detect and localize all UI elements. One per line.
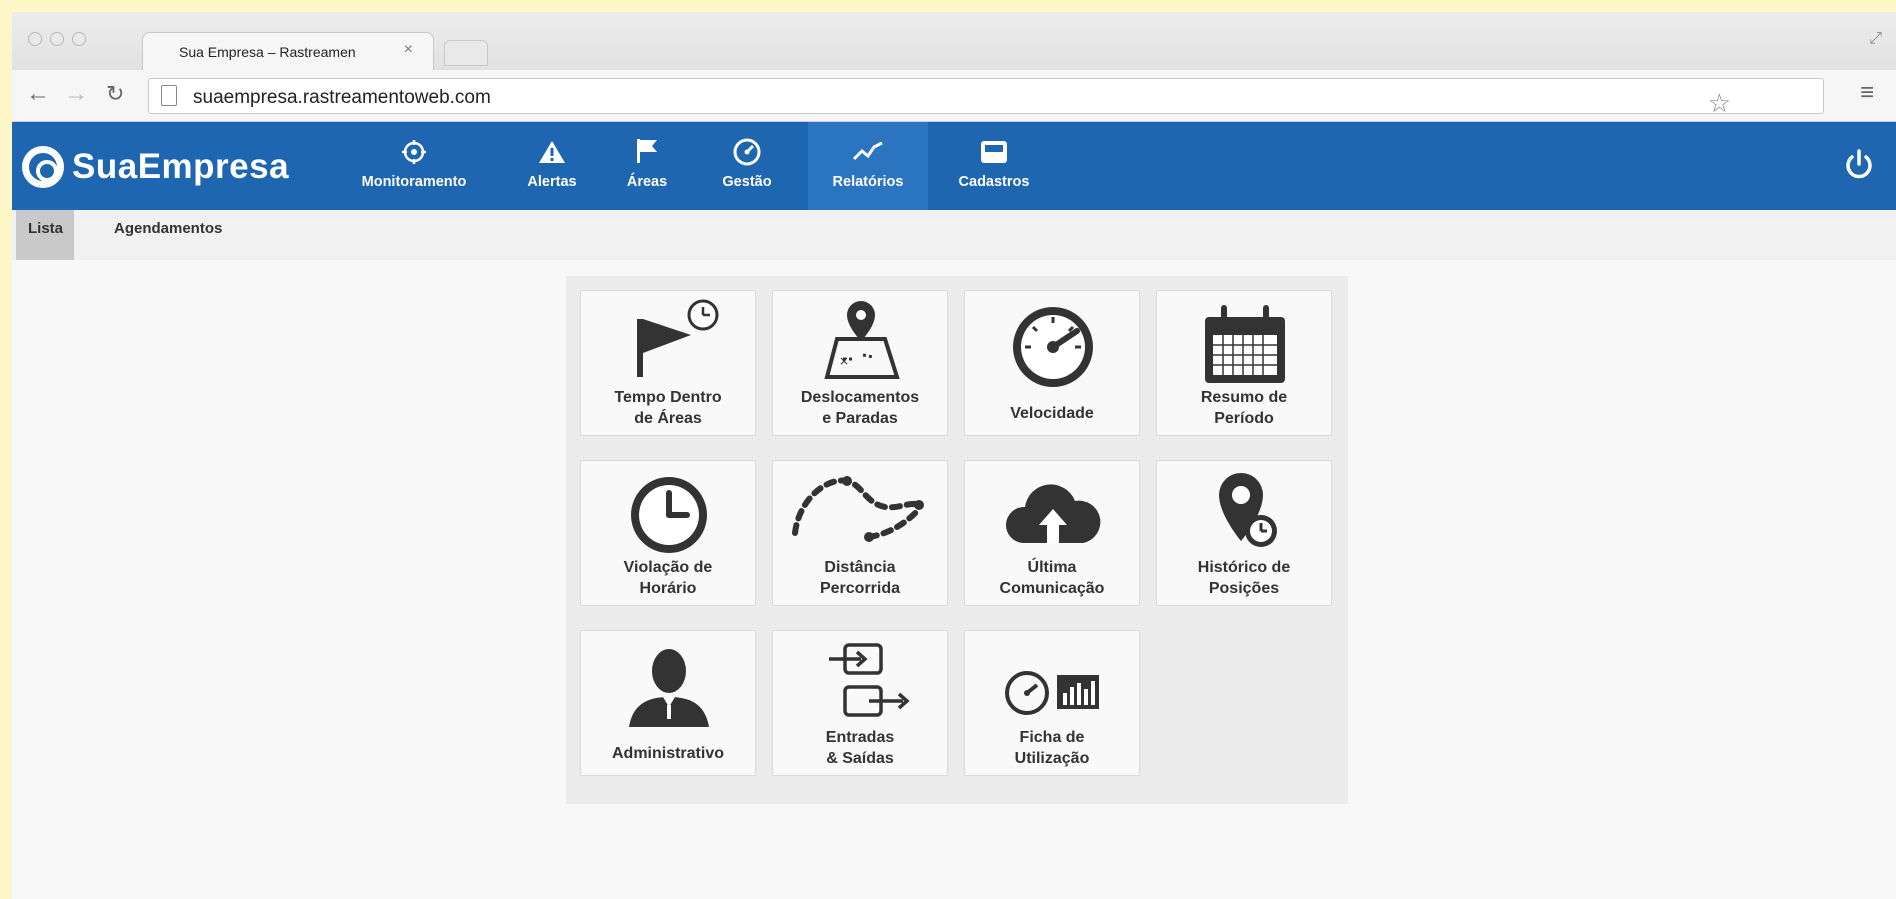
fullscreen-icon[interactable]: ⤢ xyxy=(1869,30,1882,48)
report-administrativo[interactable]: Administrativo xyxy=(580,630,756,776)
report-label: Última xyxy=(1027,559,1077,576)
report-ficha-de-utilizacao[interactable]: Ficha de Utilização xyxy=(964,630,1140,776)
flag-icon xyxy=(612,134,682,170)
report-label: Administrativo xyxy=(611,745,724,762)
report-label: Ficha de xyxy=(1019,729,1085,746)
report-label: Histórico de xyxy=(1197,559,1291,576)
menu-gestao[interactable]: Gestão xyxy=(702,122,792,210)
app-header: SuaEmpresa Monitoramento Alertas Áreas G… xyxy=(12,122,1896,210)
clock-icon xyxy=(581,465,755,557)
report-resumo-de-periodo[interactable]: Resumo de Período xyxy=(1156,290,1332,436)
report-violacao-de-horario[interactable]: Violação de Horário xyxy=(580,460,756,606)
report-label: Tempo Dentro xyxy=(614,389,722,406)
report-historico-de-posicoes[interactable]: Histórico de Posições xyxy=(1156,460,1332,606)
speedometer-icon xyxy=(965,295,1139,387)
brand-name: SuaEmpresa xyxy=(72,147,290,186)
report-label-line2: Horário xyxy=(639,580,697,597)
route-icon xyxy=(773,465,947,557)
report-label-line2: de Áreas xyxy=(634,410,702,427)
report-grid: Tempo Dentro de Áreas × Deslocamentos e Pa… xyxy=(566,276,1348,804)
menu-label: Cadastros xyxy=(958,174,1030,190)
report-label: Entradas xyxy=(825,729,895,746)
zoom-window-button[interactable] xyxy=(72,32,86,46)
report-tempo-dentro-de-areas[interactable]: Tempo Dentro de Áreas xyxy=(580,290,756,436)
report-label: Distância xyxy=(824,559,896,576)
power-icon[interactable] xyxy=(1842,148,1876,187)
report-label-line2: Utilização xyxy=(1014,750,1090,767)
report-label-line2: & Saídas xyxy=(826,750,894,767)
report-label: Deslocamentos xyxy=(800,389,920,406)
chart-line-icon xyxy=(808,134,928,170)
report-label-line2: Percorrida xyxy=(819,580,901,597)
forward-icon[interactable]: → xyxy=(64,80,88,108)
menu-label: Relatórios xyxy=(832,174,904,190)
menu-label: Áreas xyxy=(626,174,668,190)
menu-monitoramento[interactable]: Monitoramento xyxy=(336,122,492,210)
tab-agendamentos[interactable]: Agendamentos xyxy=(102,210,234,260)
enter-exit-icon xyxy=(773,635,947,727)
url-text: suaempresa.rastreamentoweb.com xyxy=(193,87,491,108)
report-label: Velocidade xyxy=(1010,405,1094,422)
brand-logo[interactable]: SuaEmpresa xyxy=(22,146,289,188)
crosshair-icon xyxy=(336,134,492,170)
logo-icon xyxy=(22,146,64,188)
report-label: Resumo de xyxy=(1200,389,1288,406)
gauge-icon xyxy=(702,134,792,170)
report-label-line2: Período xyxy=(1214,410,1274,427)
report-label-line2: Comunicação xyxy=(999,580,1105,597)
menu-areas[interactable]: Áreas xyxy=(612,122,682,210)
menu-relatorios[interactable]: Relatórios xyxy=(808,122,928,210)
reload-icon[interactable]: ↻ xyxy=(106,81,124,107)
svg-text:×: × xyxy=(839,354,849,368)
minimize-window-button[interactable] xyxy=(50,32,64,46)
page-icon xyxy=(161,85,177,106)
report-label-line2: Posições xyxy=(1208,580,1280,597)
calendar-icon xyxy=(1157,295,1331,387)
tab-close-icon[interactable]: × xyxy=(404,41,413,59)
cloud-upload-icon xyxy=(965,465,1139,557)
close-window-button[interactable] xyxy=(28,32,42,46)
browser-tab[interactable]: Sua Empresa – Rastreamen × xyxy=(142,32,434,70)
location-history-icon xyxy=(1157,465,1331,557)
report-label: Violação de xyxy=(623,559,713,576)
menu-label: Gestão xyxy=(722,174,772,190)
report-velocidade[interactable]: Velocidade xyxy=(964,290,1140,436)
menu-label: Monitoramento xyxy=(361,174,467,190)
report-distancia-percorrida[interactable]: Distância Percorrida xyxy=(772,460,948,606)
inbox-icon xyxy=(942,134,1046,170)
sub-navigation: Lista Agendamentos xyxy=(12,210,1896,260)
bookmark-star-icon[interactable]: ☆ xyxy=(1708,88,1731,119)
browser-window: Sua Empresa – Rastreamen × ⤢ ← → ↻ suaem… xyxy=(12,12,1896,899)
back-icon[interactable]: ← xyxy=(26,80,50,108)
report-entradas-e-saidas[interactable]: Entradas & Saídas xyxy=(772,630,948,776)
browser-menu-icon[interactable]: ≡ xyxy=(1860,79,1874,107)
warning-icon xyxy=(510,134,594,170)
tab-title: Sua Empresa – Rastreamen xyxy=(179,44,356,60)
address-bar: ← → ↻ suaempresa.rastreamentoweb.com ☆ ≡ xyxy=(12,70,1896,122)
report-deslocamentos-e-paradas[interactable]: × Deslocamentos e Paradas xyxy=(772,290,948,436)
tab-bar: Sua Empresa – Rastreamen × ⤢ xyxy=(12,12,1896,70)
gauge-chart-icon xyxy=(965,635,1139,727)
menu-cadastros[interactable]: Cadastros xyxy=(942,122,1046,210)
menu-label: Alertas xyxy=(527,174,577,190)
tab-lista[interactable]: Lista xyxy=(16,210,74,260)
new-tab-button[interactable] xyxy=(444,40,488,66)
report-ultima-comunicacao[interactable]: Última Comunicação xyxy=(964,460,1140,606)
url-input[interactable]: suaempresa.rastreamentoweb.com ☆ xyxy=(148,78,1824,118)
user-icon xyxy=(581,635,755,727)
flag-clock-icon xyxy=(581,295,755,387)
map-pin-icon: × xyxy=(773,295,947,387)
report-label-line2: e Paradas xyxy=(822,410,898,427)
menu-alertas[interactable]: Alertas xyxy=(510,122,594,210)
